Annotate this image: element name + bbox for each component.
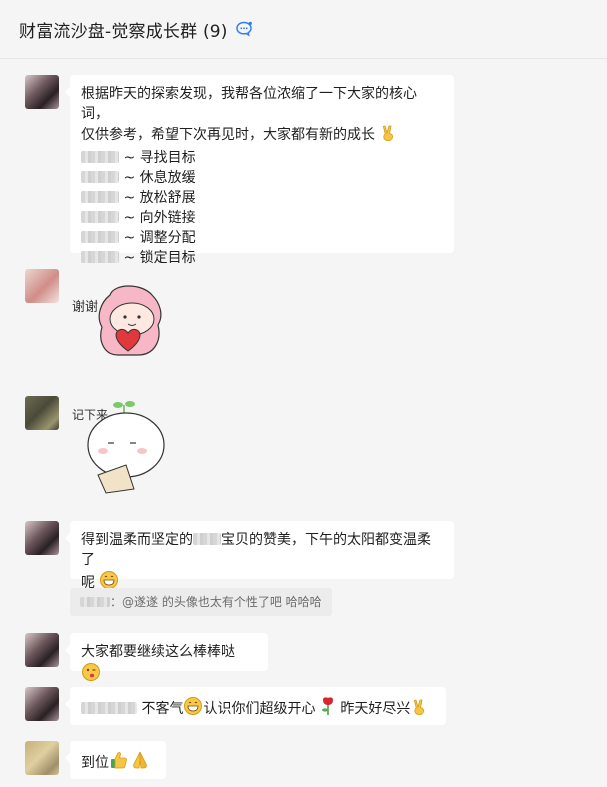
list-item: ~ 放松舒展 bbox=[81, 188, 443, 208]
message-bubble[interactable]: 大家都要继续这么棒棒哒 bbox=[65, 633, 268, 681]
victory-hand-emoji-icon bbox=[410, 698, 428, 722]
sticker-thanks[interactable]: 谢谢 bbox=[70, 281, 170, 365]
avatar[interactable] bbox=[25, 269, 59, 303]
message-text: 不客气 bbox=[141, 701, 184, 717]
list-item: ~ 锁定目标 bbox=[81, 248, 443, 268]
message-text: 认识你们超级开心 bbox=[203, 701, 316, 717]
list-item: ~ 调整分配 bbox=[81, 228, 443, 248]
message-text: 根据昨天的探索发现，我帮各位浓缩了一下大家的核心词， bbox=[81, 86, 417, 122]
avatar[interactable] bbox=[25, 75, 59, 109]
message-text: 仅供参考，希望下次再见时，大家都有新的成长 bbox=[81, 124, 443, 148]
list-item: ~ 寻找目标 bbox=[81, 148, 443, 168]
avatar[interactable] bbox=[25, 633, 59, 667]
chat-header: 财富流沙盘-觉察成长群 (9) bbox=[0, 0, 607, 59]
message-bubble[interactable]: 到位 bbox=[65, 741, 166, 779]
list-item: ~ 休息放缓 bbox=[81, 168, 443, 188]
grin-emoji-icon bbox=[183, 696, 203, 722]
message-bubble[interactable]: 得到温柔而坚定的 宝贝的赞美，下午的太阳都变温柔了 呢 bbox=[65, 521, 454, 591]
message-bubble[interactable]: 不客气 认识你们超级开心 昨天好尽兴 bbox=[65, 687, 446, 725]
message-text: 昨天好尽兴 bbox=[340, 701, 411, 717]
list-item: ~ 向外链接 bbox=[81, 208, 443, 228]
rose-emoji-icon bbox=[320, 696, 336, 722]
avatar[interactable] bbox=[25, 396, 59, 430]
avatar[interactable] bbox=[25, 687, 59, 721]
victory-hand-emoji-icon bbox=[379, 124, 397, 148]
quoted-reply[interactable]: ：@遂遂 的头像也太有个性了吧 哈哈哈 bbox=[70, 588, 332, 616]
folded-hands-emoji-icon bbox=[129, 750, 151, 776]
message-text: 到位 bbox=[81, 755, 109, 771]
chat-title[interactable]: 财富流沙盘-觉察成长群 (9) bbox=[19, 17, 228, 42]
sticker-text: 谢谢 bbox=[72, 299, 98, 315]
thumbs-up-emoji-icon bbox=[109, 750, 129, 776]
sticker-note[interactable]: 记下来 bbox=[70, 399, 170, 501]
message-text: 大家都要继续这么棒棒哒 bbox=[81, 644, 235, 660]
chat-bubble-icon[interactable] bbox=[234, 19, 254, 39]
avatar[interactable] bbox=[25, 741, 59, 775]
message-list[interactable]: 根据昨天的探索发现，我帮各位浓缩了一下大家的核心词， 仅供参考，希望下次再见时，… bbox=[0, 59, 607, 787]
avatar[interactable] bbox=[25, 521, 59, 555]
message-text: 得到温柔而坚定的 bbox=[81, 532, 193, 548]
message-bubble[interactable]: 根据昨天的探索发现，我帮各位浓缩了一下大家的核心词， 仅供参考，希望下次再见时，… bbox=[65, 75, 454, 266]
wink-emoji-icon bbox=[81, 662, 101, 688]
quote-text: ：@遂遂 的头像也太有个性了吧 哈哈哈 bbox=[110, 595, 322, 609]
